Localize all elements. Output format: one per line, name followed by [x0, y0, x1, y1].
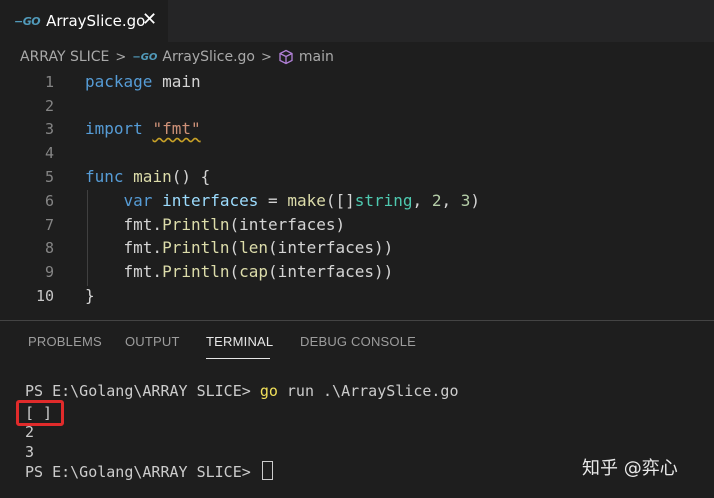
code-text: fmt.Println(interfaces) — [85, 215, 346, 234]
breadcrumb-folder[interactable]: ARRAY SLICE — [20, 49, 109, 65]
tab-label: ArraySlice.go — [46, 12, 146, 30]
terminal-cursor — [261, 461, 273, 480]
line-number: 4 — [44, 144, 54, 162]
code-text: fmt.Println(cap(interfaces)) — [85, 262, 394, 281]
line-number: 5 — [44, 168, 54, 186]
highlight-box — [16, 400, 64, 426]
indent-guide — [87, 190, 88, 286]
code-line: 9 fmt.Println(cap(interfaces)) — [0, 260, 714, 284]
code-line: 5 func main() { — [0, 165, 714, 189]
code-text: var interfaces = make([]string, 2, 3) — [123, 191, 480, 210]
cube-icon — [278, 49, 294, 65]
line-number: 6 — [44, 192, 54, 210]
line-number: 3 — [44, 120, 54, 138]
breadcrumb: ARRAY SLICE > −GO ArraySlice.go > main — [20, 46, 334, 68]
code-text: import "fmt" — [85, 119, 201, 138]
code-text: func main() { — [85, 167, 211, 186]
code-line: 10 } — [0, 284, 714, 308]
tab-arrayslice-go[interactable]: −GO ArraySlice.go ✕ — [0, 0, 168, 42]
line-number: 9 — [44, 263, 54, 281]
code-line: 8 fmt.Println(len(interfaces)) — [0, 236, 714, 260]
tab-output[interactable]: OUTPUT — [125, 334, 180, 349]
close-icon[interactable]: ✕ — [142, 9, 157, 30]
chevron-right-icon: > — [261, 49, 272, 65]
code-line: 1 package main — [0, 70, 714, 94]
terminal-output-line: 3 — [25, 443, 35, 461]
panel-divider — [0, 320, 714, 321]
line-number: 8 — [44, 239, 54, 257]
code-line: 4 — [0, 141, 714, 165]
active-tab-indicator — [206, 358, 270, 359]
code-line: 7 fmt.Println(interfaces) — [0, 213, 714, 237]
go-file-icon: −GO — [14, 14, 41, 28]
chevron-right-icon: > — [115, 49, 127, 65]
breadcrumb-file[interactable]: ArraySlice.go — [162, 49, 255, 65]
line-number: 2 — [44, 97, 54, 115]
breadcrumb-symbol[interactable]: main — [299, 49, 334, 65]
line-number: 1 — [44, 73, 54, 91]
code-text: package main — [85, 72, 201, 91]
go-file-icon: −GO — [132, 51, 158, 63]
tab-problems[interactable]: PROBLEMS — [28, 334, 102, 349]
line-number: 10 — [35, 287, 54, 305]
code-line: 3 import "fmt" — [0, 117, 714, 141]
tab-debug-console[interactable]: DEBUG CONSOLE — [300, 334, 416, 349]
terminal-prompt-line[interactable]: PS E:\Golang\ARRAY SLICE> — [25, 461, 273, 482]
editor-tab-bar: −GO ArraySlice.go ✕ — [0, 0, 714, 42]
code-line: 2 — [0, 94, 714, 118]
tab-terminal[interactable]: TERMINAL — [206, 334, 273, 349]
terminal-command-line: PS E:\Golang\ARRAY SLICE> go run .\Array… — [25, 382, 459, 400]
code-text: fmt.Println(len(interfaces)) — [85, 238, 394, 257]
code-line: 6 var interfaces = make([]string, 2, 3) — [0, 189, 714, 213]
line-number: 7 — [44, 216, 54, 234]
code-text: } — [85, 286, 95, 305]
panel-tab-bar: PROBLEMS OUTPUT TERMINAL DEBUG CONSOLE — [0, 322, 714, 362]
watermark: 知乎 @弈心 — [582, 458, 678, 479]
